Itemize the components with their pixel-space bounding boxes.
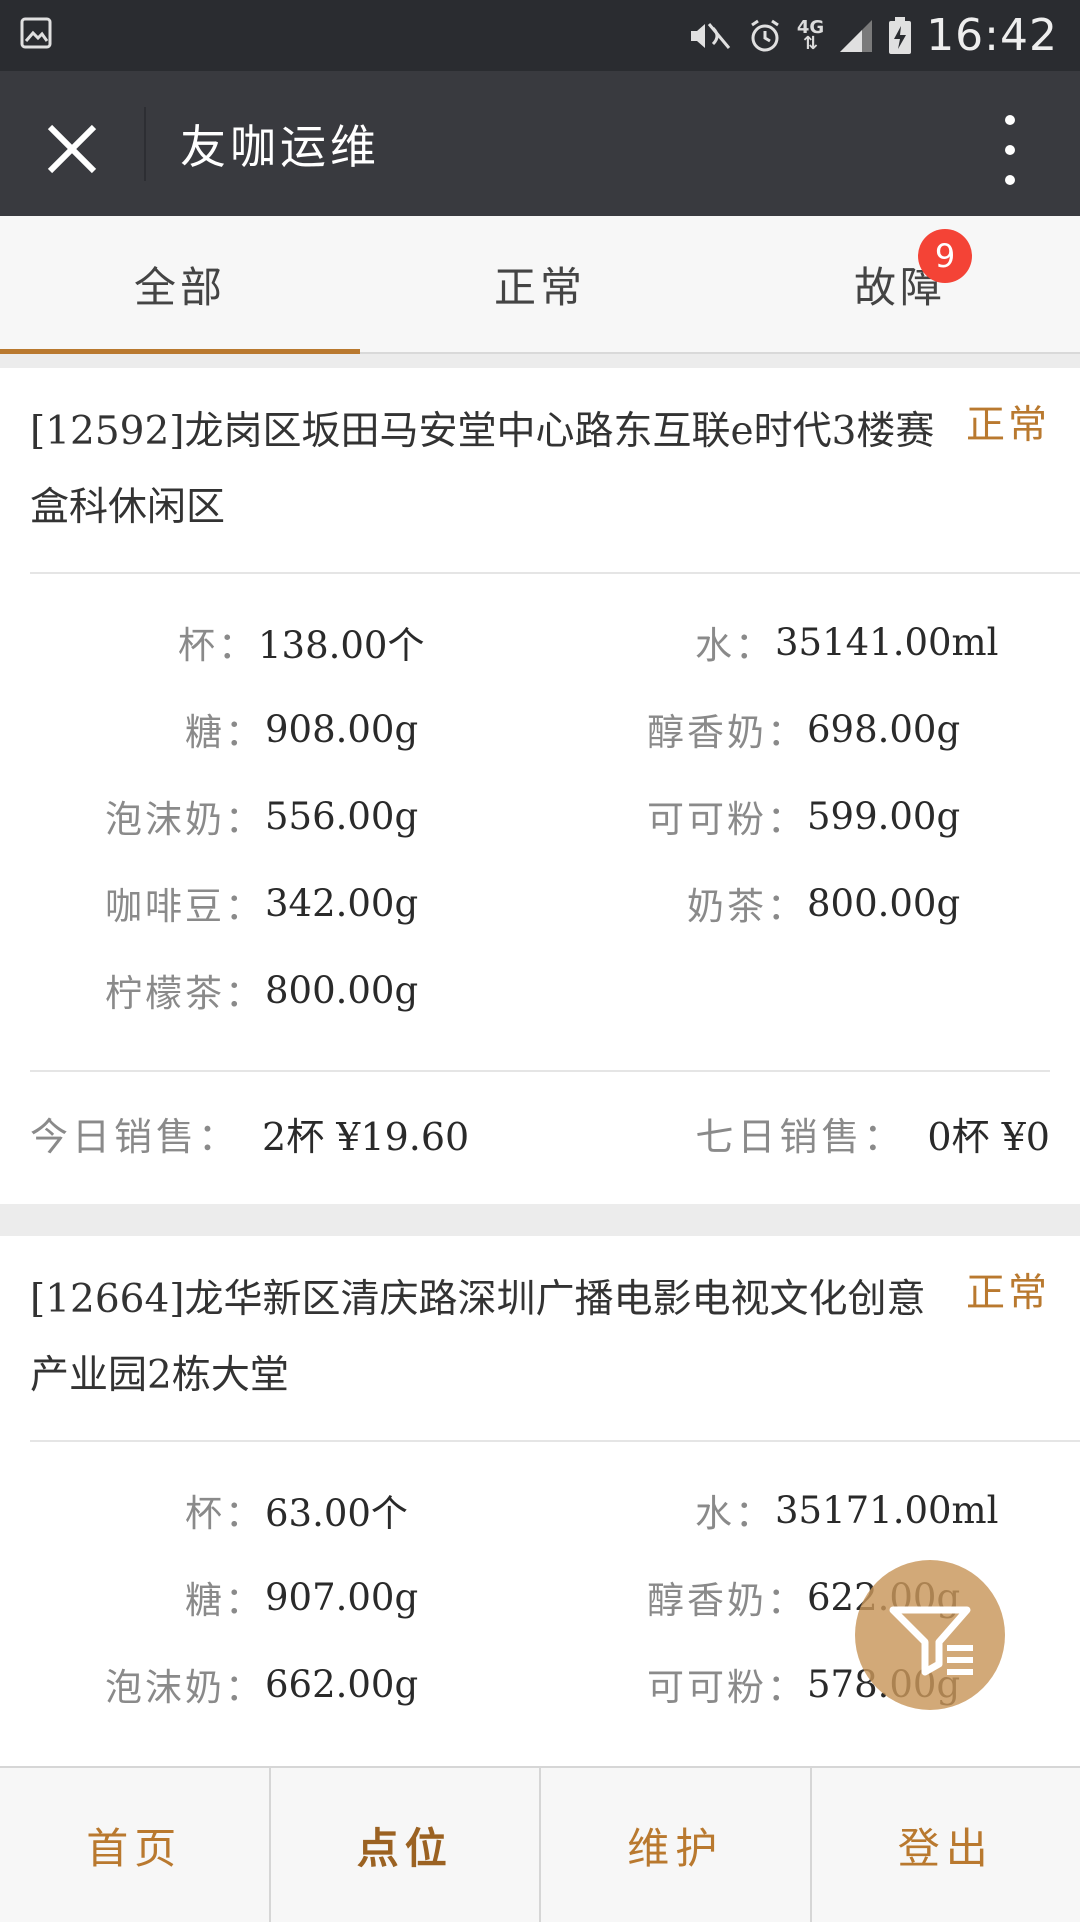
network-indicator: 4G ⇅: [797, 20, 824, 52]
supply-value: 698.00g: [807, 708, 960, 751]
nav-label: 维护: [627, 1815, 723, 1876]
supply-label: 泡沫奶：: [7, 789, 265, 843]
machine-header: [12664]龙华新区清庆路深圳广播电影电视文化创意产业园2栋大堂 正常: [30, 1236, 1080, 1442]
supply-value: 662.00g: [265, 1663, 418, 1706]
supply-value: 907.00g: [265, 1576, 418, 1619]
nav-label: 首页: [86, 1815, 182, 1876]
nav-maintenance[interactable]: 维护: [541, 1768, 812, 1922]
supply-item: 水：35141.00ml: [580, 612, 1080, 672]
supply-label: 杯：: [7, 1483, 265, 1537]
supply-item: 柠檬茶：800.00g: [7, 960, 418, 1020]
today-sales-label: 今日销售：: [30, 1106, 240, 1161]
nav-locations[interactable]: 点位: [271, 1768, 542, 1922]
machine-header: [12592]龙岗区坂田马安堂中心路东互联e时代3楼赛盒科休闲区 正常: [30, 368, 1080, 574]
supply-item: 奶茶：800.00g: [600, 873, 1080, 933]
supply-item: 咖啡豆：342.00g: [7, 873, 418, 933]
tab-normal[interactable]: 正常: [360, 216, 720, 352]
alarm-icon: [747, 18, 783, 54]
supply-item: 泡沫奶：556.00g: [7, 786, 418, 846]
image-icon: [20, 17, 52, 49]
supply-item: 醇香奶：698.00g: [600, 699, 1080, 759]
supply-item: 醇香奶：622.00g: [600, 1567, 1080, 1627]
mute-icon: [687, 18, 733, 54]
supply-item: 糖：907.00g: [7, 1567, 418, 1627]
supply-label: 柠檬茶：: [7, 963, 265, 1017]
supply-value: 63.00个: [265, 1483, 408, 1537]
supply-item: 泡沫奶：662.00g: [7, 1654, 418, 1714]
supply-label: 水：: [580, 615, 775, 669]
supply-label: 咖啡豆：: [7, 876, 265, 930]
bottom-nav: 首页 点位 维护 登出: [0, 1766, 1080, 1922]
supply-item: 杯：63.00个: [7, 1480, 408, 1540]
fault-count-badge: 9: [918, 229, 972, 283]
nav-logout[interactable]: 登出: [812, 1768, 1080, 1922]
battery-icon: [888, 17, 912, 55]
supply-value: 342.00g: [265, 882, 418, 925]
supply-item: 杯：138.00个: [0, 612, 424, 672]
supply-value: 35171.00ml: [775, 1489, 998, 1532]
supply-value: 908.00g: [265, 708, 418, 751]
supply-label: 糖：: [7, 1570, 265, 1624]
supply-label: 水：: [580, 1483, 775, 1537]
tab-label: 全部: [134, 254, 226, 315]
supply-value: 599.00g: [807, 795, 960, 838]
clock: 16:42: [926, 10, 1058, 61]
filter-icon: [855, 1560, 1005, 1710]
tab-all[interactable]: 全部: [0, 216, 360, 352]
supply-label: 泡沫奶：: [7, 1657, 265, 1711]
signal-icon: [838, 18, 874, 54]
nav-label: 登出: [898, 1815, 994, 1876]
supply-value: 138.00个: [258, 615, 424, 669]
machine-name: [12664]龙华新区清庆路深圳广播电影电视文化创意产业园2栋大堂: [30, 1262, 950, 1414]
supply-label: 醇香奶：: [600, 1570, 807, 1624]
supply-value: 35141.00ml: [775, 621, 998, 664]
more-icon[interactable]: [990, 115, 1030, 185]
supply-value: 556.00g: [265, 795, 418, 838]
machine-status: 正常: [966, 394, 1050, 450]
filter-button[interactable]: [855, 1560, 1005, 1710]
supply-item: 可可粉：578.00g: [600, 1654, 1080, 1714]
machine-status: 正常: [966, 1262, 1050, 1318]
today-sales-value: 2杯 ¥19.60: [262, 1106, 469, 1161]
supply-value: 800.00g: [265, 969, 418, 1012]
nav-home[interactable]: 首页: [0, 1768, 271, 1922]
machine-name: [12592]龙岗区坂田马安堂中心路东互联e时代3楼赛盒科休闲区: [30, 394, 950, 546]
supply-label: 醇香奶：: [600, 702, 807, 756]
machine-card[interactable]: [12592]龙岗区坂田马安堂中心路东互联e时代3楼赛盒科休闲区 正常 杯：13…: [0, 368, 1080, 1204]
supply-label: 杯：: [0, 615, 258, 669]
supply-item: 可可粉：599.00g: [600, 786, 1080, 846]
filter-tabs: 全部 正常 故障: [0, 216, 1080, 354]
supply-label: 奶茶：: [600, 876, 807, 930]
section-gap: [0, 354, 1080, 368]
supply-item: 糖：908.00g: [7, 699, 418, 759]
tab-label: 正常: [494, 254, 586, 315]
supply-item: 水：35171.00ml: [580, 1480, 1080, 1540]
week-sales-label: 七日销售：: [695, 1106, 905, 1161]
tab-fault[interactable]: 故障: [720, 216, 1080, 352]
nav-label: 点位: [357, 1815, 453, 1876]
supply-label: 可可粉：: [600, 1657, 807, 1711]
sales-summary: 今日销售： 2杯 ¥19.60 七日销售： 0杯 ¥0: [30, 1070, 1050, 1194]
week-sales-value: 0杯 ¥0: [927, 1106, 1050, 1161]
app-bar: 友咖运维: [0, 71, 1080, 216]
supply-label: 可可粉：: [600, 789, 807, 843]
section-gap: [0, 1204, 1080, 1236]
close-icon[interactable]: [42, 119, 102, 179]
supply-label: 糖：: [7, 702, 265, 756]
status-bar: 4G ⇅ 16:42: [0, 0, 1080, 71]
appbar-divider: [144, 107, 146, 181]
page-title: 友咖运维: [180, 111, 380, 177]
supply-value: 800.00g: [807, 882, 960, 925]
